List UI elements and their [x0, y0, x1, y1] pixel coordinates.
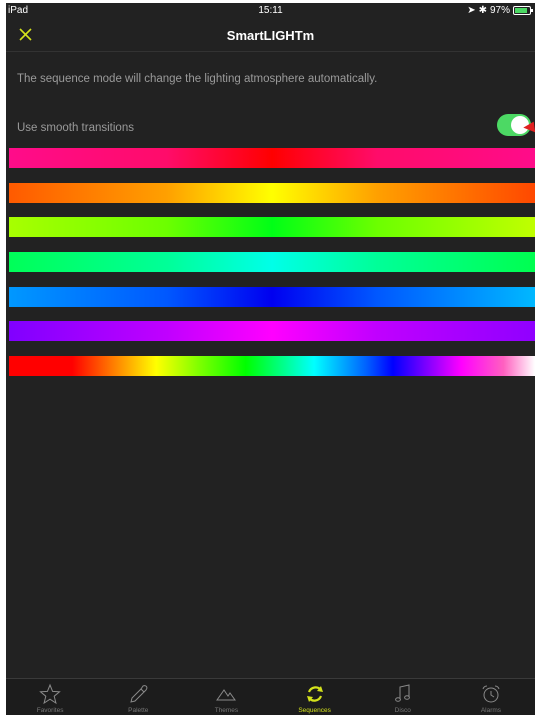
sequence-strip-green-cyan[interactable]	[9, 252, 535, 272]
tab-label: Alarms	[480, 707, 502, 714]
status-right: ➤ ✱ 97%	[467, 5, 533, 16]
pipette-icon	[130, 685, 148, 703]
status-bar: iPad 15:11 ➤ ✱ 97%	[6, 3, 535, 19]
tab-favorites[interactable]: Favorites	[6, 679, 94, 715]
tab-disco[interactable]: Disco	[359, 679, 447, 715]
tab-label: Disco	[394, 707, 411, 714]
tab-palette[interactable]: Palette	[94, 679, 182, 715]
alarm-clock-icon	[482, 685, 500, 703]
status-time: 15:11	[258, 5, 283, 16]
tab-label: Themes	[214, 707, 239, 714]
description-text: The sequence mode will change the lighti…	[17, 73, 378, 85]
star-icon	[39, 683, 61, 705]
battery-percent: 97%	[489, 5, 510, 16]
music-note-icon	[394, 684, 410, 702]
smooth-transitions-label: Use smooth transitions	[17, 122, 134, 134]
tab-label: Sequences	[298, 707, 331, 714]
mountain-icon	[216, 689, 237, 701]
tab-bar: Favorites Palette Themes Sequences Disco…	[6, 678, 535, 715]
sequence-strip-pink-red[interactable]	[9, 148, 535, 168]
nav-bar: SmartLIGHTm	[6, 19, 535, 52]
smooth-transitions-toggle[interactable]	[497, 114, 535, 137]
sequence-strip-purple-magenta[interactable]	[9, 321, 535, 341]
tab-label: Palette	[128, 707, 149, 714]
bluetooth-icon: ✱	[478, 5, 487, 16]
battery-icon	[513, 6, 533, 15]
tab-themes[interactable]: Themes	[182, 679, 270, 715]
tab-sequences[interactable]: Sequences	[271, 679, 359, 715]
sequence-strip-rainbow[interactable]	[9, 356, 535, 376]
tab-label: Favorites	[36, 707, 64, 714]
sequence-strip-sky-blue[interactable]	[9, 287, 535, 307]
cycle-icon	[306, 686, 323, 702]
page-title: SmartLIGHTm	[226, 28, 315, 43]
tab-alarms[interactable]: Alarms	[447, 679, 535, 715]
app-screen: iPad 15:11 ➤ ✱ 97% SmartLIGHTm The seque…	[6, 3, 535, 715]
sequence-strip-lime-green[interactable]	[9, 217, 535, 237]
location-icon: ➤	[467, 5, 476, 16]
sequence-strip-orange-yellow[interactable]	[9, 183, 535, 203]
